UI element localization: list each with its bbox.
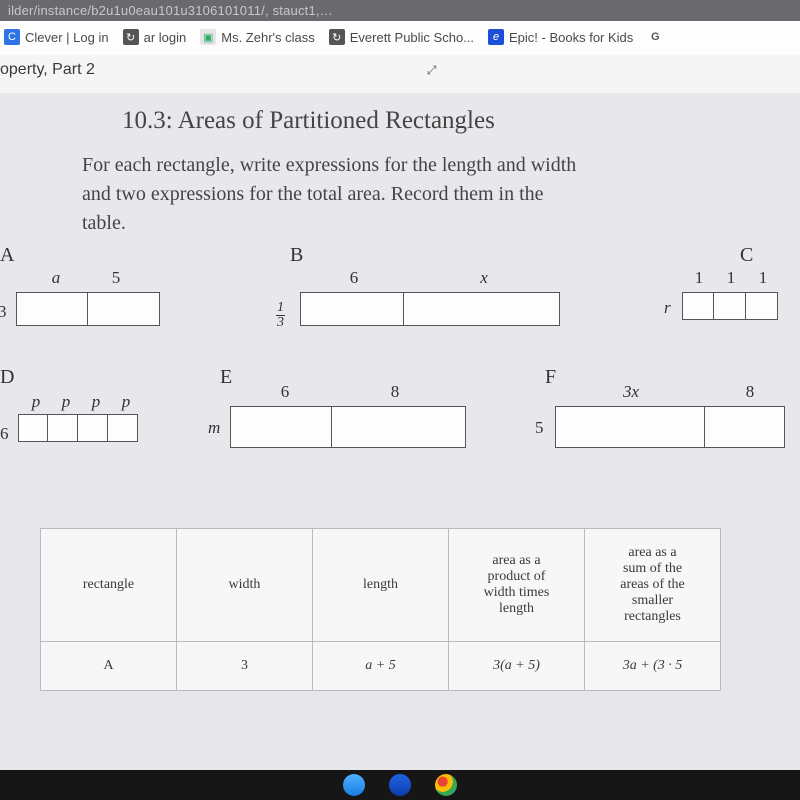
rect-e-top2: 8	[380, 382, 410, 402]
bookmark-label: Everett Public Scho...	[350, 30, 474, 45]
rect-c-width: r	[664, 298, 671, 318]
rect-f-letter: F	[545, 366, 556, 389]
refresh-icon: ↻	[329, 29, 345, 45]
taskbar	[0, 770, 800, 800]
th-width: width	[177, 529, 313, 642]
bookmark-epic[interactable]: e Epic! - Books for Kids	[488, 29, 633, 45]
cell-sum: 3a + (3 · 5	[585, 642, 721, 691]
table-row: A 3 a + 5 3(a + 5) 3a + (3 · 5	[41, 642, 721, 691]
rect-d-width: 6	[0, 424, 9, 444]
rect-d-top3: p	[82, 392, 110, 412]
rect-b-letter: B	[290, 244, 303, 267]
class-icon: ▣	[200, 29, 216, 45]
rect-c-top3: 1	[752, 268, 774, 288]
page-title: 10.3: Areas of Partitioned Rectangles	[0, 93, 800, 151]
th-rectangle: rectangle	[41, 529, 177, 642]
rect-c-top2: 1	[720, 268, 742, 288]
rect-b-top2: x	[464, 268, 504, 288]
rectangle-diagrams: A 3 a 5 B 1 3 6 x	[0, 268, 800, 528]
url-bar[interactable]: ilder/instance/b2u1u0eau101u3106101011/,…	[0, 0, 800, 21]
bookmark-google[interactable]: G	[647, 29, 663, 45]
fullscreen-icon[interactable]: ⤢	[427, 63, 436, 78]
rect-c-top1: 1	[688, 268, 710, 288]
rect-f-top2: 8	[735, 382, 765, 402]
rect-d-top2: p	[52, 392, 80, 412]
rect-a-top1: a	[36, 268, 76, 288]
rect-e-top1: 6	[270, 382, 300, 402]
rect-a-top2: 5	[96, 268, 136, 288]
lesson-content: 10.3: Areas of Partitioned Rectangles Fo…	[0, 93, 800, 691]
bookmark-label: Clever | Log in	[25, 30, 109, 45]
document-tab-title[interactable]: operty, Part 2	[0, 61, 95, 79]
bookmark-label: ar login	[144, 30, 187, 45]
bookmarks-bar: C Clever | Log in ↻ ar login ▣ Ms. Zehr'…	[0, 21, 800, 55]
document-tab-bar: operty, Part 2 ⤢	[0, 55, 800, 93]
th-product: area as a product of width times length	[449, 529, 585, 642]
answer-table: rectangle width length area as a product…	[40, 528, 721, 691]
rect-e-width: m	[208, 418, 220, 438]
bookmark-label: Epic! - Books for Kids	[509, 30, 633, 45]
rect-c-letter: C	[740, 244, 753, 267]
bookmark-everett[interactable]: ↻ Everett Public Scho...	[329, 29, 474, 45]
bookmark-clever[interactable]: C Clever | Log in	[4, 29, 109, 45]
task-icon-chrome[interactable]	[435, 774, 457, 796]
cell-length: a + 5	[313, 642, 449, 691]
th-sum: area as a sum of the areas of the smalle…	[585, 529, 721, 642]
cell-width: 3	[177, 642, 313, 691]
rect-e-letter: E	[220, 366, 232, 389]
cell-product: 3(a + 5)	[449, 642, 585, 691]
rect-a-width: 3	[0, 302, 7, 322]
clever-icon: C	[4, 29, 20, 45]
rect-b-top1: 6	[334, 268, 374, 288]
rect-d-top1: p	[22, 392, 50, 412]
cell-rectangle: A	[41, 642, 177, 691]
rect-f-width: 5	[535, 418, 544, 438]
bookmark-zehr[interactable]: ▣ Ms. Zehr's class	[200, 29, 315, 45]
rect-d-letter: D	[0, 366, 14, 389]
instructions-text: For each rectangle, write expressions fo…	[0, 151, 640, 268]
rect-b-width-frac: 1 3	[276, 301, 285, 330]
refresh-icon: ↻	[123, 29, 139, 45]
th-length: length	[313, 529, 449, 642]
google-icon: G	[647, 29, 663, 45]
bookmark-ar-login[interactable]: ↻ ar login	[123, 29, 187, 45]
rect-f-top1: 3x	[611, 382, 651, 402]
bookmark-label: Ms. Zehr's class	[221, 30, 315, 45]
task-icon-app[interactable]	[389, 774, 411, 796]
task-icon-files[interactable]	[343, 774, 365, 796]
rect-d-top4: p	[112, 392, 140, 412]
epic-icon: e	[488, 29, 504, 45]
